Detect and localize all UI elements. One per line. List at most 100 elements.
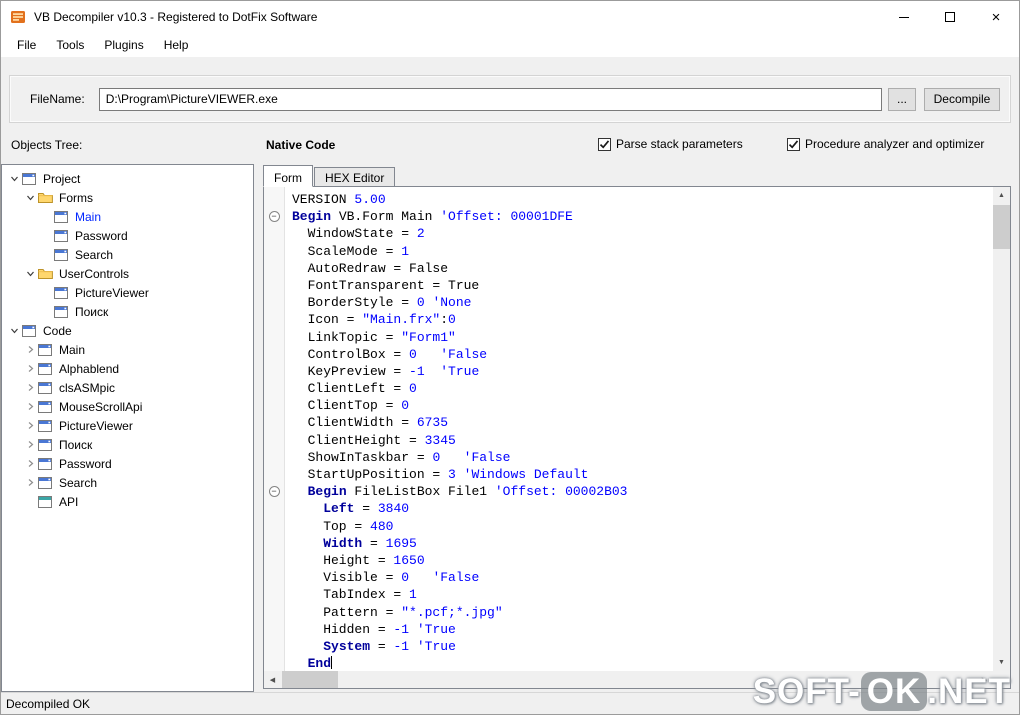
module-icon (38, 362, 56, 375)
code-line: Begin VB.Form Main 'Offset: 00001DFE (292, 209, 573, 225)
gutter-line (264, 500, 284, 517)
tree-item-label: Alphablend (59, 361, 120, 376)
tab-form[interactable]: Form (263, 165, 313, 187)
title-bar: VB Decompiler v10.3 - Registered to DotF… (1, 1, 1019, 33)
chevron-right-icon[interactable] (22, 364, 38, 373)
filename-input[interactable] (98, 87, 882, 111)
gutter-line: − (264, 208, 284, 225)
procedure-analyzer-and-optimizer-checkbox[interactable]: Procedure analyzer and optimizer (787, 137, 984, 151)
chevron-down-icon[interactable] (6, 326, 22, 335)
tree-item-main[interactable]: Main (2, 340, 253, 359)
status-text: Decompiled OK (6, 696, 91, 711)
tree-item-label: Search (75, 247, 114, 262)
chevron-right-icon[interactable] (22, 402, 38, 411)
module-icon (38, 381, 56, 394)
tree-item-code[interactable]: Code (2, 321, 253, 340)
menu-help[interactable]: Help (154, 34, 199, 56)
maximize-button[interactable] (927, 1, 973, 33)
tree-item-label: Search (59, 475, 98, 490)
fold-collapse-icon[interactable]: − (268, 211, 280, 223)
tree-item-поиск[interactable]: Поиск (2, 302, 253, 321)
code-line: ClientHeight = 3345 (292, 432, 456, 448)
tree-item-mousescrollapi[interactable]: MouseScrollApi (2, 397, 253, 416)
scroll-right-icon[interactable]: ▶ (976, 671, 993, 688)
tree-item-label: Code (43, 323, 72, 338)
app-icon (10, 9, 26, 25)
tree-item-password[interactable]: Password (2, 454, 253, 473)
browse-button[interactable]: ... (888, 87, 916, 111)
minimize-button[interactable] (881, 1, 927, 33)
filename-group: FileName: ... Decompile (9, 75, 1011, 123)
tree-item-pictureviewer[interactable]: PictureViewer (2, 416, 253, 435)
menu-plugins[interactable]: Plugins (94, 34, 153, 56)
chevron-right-icon[interactable] (22, 421, 38, 430)
chevron-down-icon[interactable] (22, 193, 38, 202)
tree-item-password[interactable]: Password (2, 226, 253, 245)
decompile-button[interactable]: Decompile (924, 87, 1000, 111)
form-icon (54, 248, 72, 261)
fold-collapse-icon[interactable]: − (268, 486, 280, 498)
gutter-line (264, 638, 284, 655)
code-line: Left = 3840 (323, 501, 410, 517)
gutter-line (264, 604, 284, 621)
tree-item-alphablend[interactable]: Alphablend (2, 359, 253, 378)
maximize-icon (945, 12, 955, 22)
close-button[interactable]: × (973, 1, 1019, 33)
tree-item-search[interactable]: Search (2, 473, 253, 492)
tree-item-label: Main (75, 209, 102, 224)
tree-item-label: Main (59, 342, 86, 357)
chevron-down-icon[interactable] (22, 269, 38, 278)
tree-item-label: clsASMpic (59, 380, 116, 395)
code-line: ClientWidth = 6735 (292, 415, 449, 431)
tree-item-поиск[interactable]: Поиск (2, 435, 253, 454)
tree-item-label: Project (43, 171, 81, 186)
form-icon (54, 229, 72, 242)
code-line: StartUpPosition = 3 'Windows Default (292, 467, 589, 482)
horizontal-scroll-thumb[interactable] (282, 671, 338, 688)
chevron-right-icon[interactable] (22, 440, 38, 449)
tree-item-label: MouseScrollApi (59, 399, 143, 414)
scroll-left-icon[interactable]: ◀ (264, 671, 281, 688)
api-icon (38, 495, 56, 508)
tree-item-clsasmpic[interactable]: clsASMpic (2, 378, 253, 397)
chevron-right-icon[interactable] (22, 478, 38, 487)
tree-item-forms[interactable]: Forms (2, 188, 253, 207)
tree-item-usercontrols[interactable]: UserControls (2, 264, 253, 283)
form-icon (54, 210, 72, 223)
tree-item-label: Поиск (75, 304, 109, 319)
code-editor[interactable]: − − VERSION 5.00 Begin VB.Form Main 'Offse… (263, 186, 1011, 689)
menu-tools[interactable]: Tools (46, 34, 94, 56)
scroll-down-icon[interactable]: ▼ (993, 654, 1010, 671)
close-icon: × (991, 8, 1001, 26)
horizontal-scrollbar[interactable]: ◀ ▶ (264, 671, 993, 688)
scroll-up-icon[interactable]: ▲ (993, 187, 1010, 204)
tree-item-api[interactable]: API (2, 492, 253, 511)
folder-icon (38, 268, 56, 280)
code-line: Hidden = -1 'True (292, 621, 456, 637)
gutter-line (264, 552, 284, 569)
tab-hex-editor[interactable]: HEX Editor (314, 167, 396, 186)
gutter-line (264, 191, 284, 208)
module-icon (38, 419, 56, 432)
status-bar: Decompiled OK (1, 692, 1019, 714)
project-icon (22, 172, 40, 185)
tree-item-main[interactable]: Main (2, 207, 253, 226)
tree-item-label: UserControls (59, 266, 130, 281)
chevron-right-icon[interactable] (22, 345, 38, 354)
gutter-line (264, 260, 284, 277)
tree-item-project[interactable]: Project (2, 169, 253, 188)
chevron-right-icon[interactable] (22, 459, 38, 468)
gutter-line (264, 397, 284, 414)
menu-file[interactable]: File (7, 34, 46, 56)
code-line: WindowState = 2 (292, 226, 425, 242)
tree-item-search[interactable]: Search (2, 245, 253, 264)
text-caret (331, 656, 333, 670)
vertical-scroll-thumb[interactable] (993, 205, 1010, 249)
parse-stack-parameters-checkbox[interactable]: Parse stack parameters (598, 137, 743, 151)
toolbar-region: FileName: ... Decompile (1, 57, 1019, 129)
code-content[interactable]: VERSION 5.00 Begin VB.Form Main 'Offset: … (286, 187, 993, 671)
chevron-right-icon[interactable] (22, 383, 38, 392)
vertical-scrollbar[interactable]: ▲ ▼ (993, 187, 1010, 671)
tree-item-pictureviewer[interactable]: PictureViewer (2, 283, 253, 302)
chevron-down-icon[interactable] (6, 174, 22, 183)
